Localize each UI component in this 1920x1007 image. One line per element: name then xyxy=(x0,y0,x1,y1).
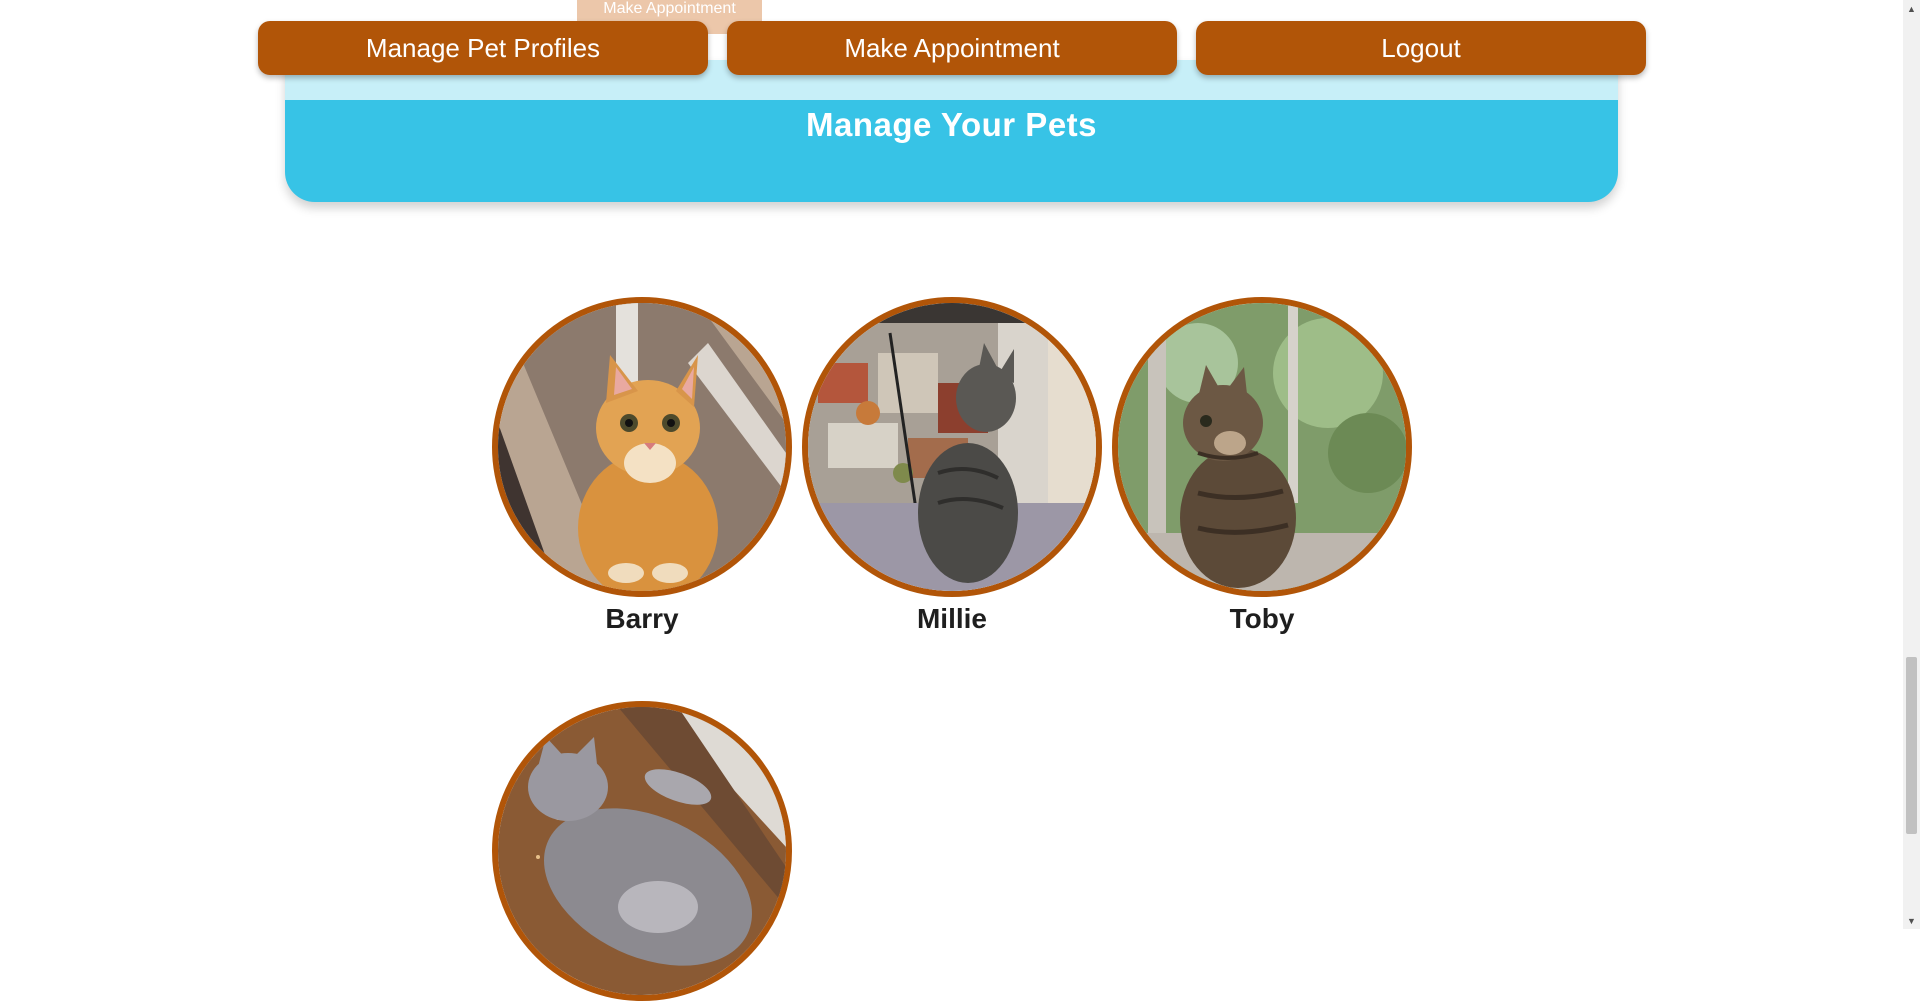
manage-pet-profiles-button[interactable]: Manage Pet Profiles xyxy=(258,21,708,75)
pet-name-toby: Toby xyxy=(1229,603,1295,634)
pet-photo-4[interactable] xyxy=(492,701,792,1001)
cat-photo-grey-tabby-window xyxy=(808,303,1096,591)
scroll-down-icon[interactable]: ▼ xyxy=(1903,912,1920,929)
page-title: Manage Your Pets xyxy=(805,106,1098,143)
pet-card-toby[interactable]: Toby xyxy=(1112,297,1412,635)
pet-photo-barry[interactable] xyxy=(492,297,792,597)
pet-photo-millie[interactable] xyxy=(802,297,1102,597)
pet-photo-toby[interactable] xyxy=(1112,297,1412,597)
logout-button[interactable]: Logout xyxy=(1196,21,1646,75)
pet-name-barry: Barry xyxy=(605,603,679,634)
cat-photo-brown-tabby xyxy=(1118,303,1406,591)
pet-name-millie: Millie xyxy=(916,603,987,634)
pet-card-millie[interactable]: Millie xyxy=(802,297,1102,635)
pet-card-4[interactable] xyxy=(492,701,792,1007)
scroll-up-icon[interactable]: ▲ xyxy=(1903,0,1920,17)
page-hero: Manage Your Pets xyxy=(285,60,1618,202)
scrollbar-thumb[interactable] xyxy=(1906,657,1917,834)
ghost-tab-label: Make Appointment xyxy=(603,0,736,17)
pet-card-barry[interactable]: Barry xyxy=(492,297,792,635)
make-appointment-button[interactable]: Make Appointment xyxy=(727,21,1177,75)
cat-photo-orange-tabby xyxy=(498,303,786,591)
cat-photo-grey-sleeping xyxy=(498,707,786,995)
